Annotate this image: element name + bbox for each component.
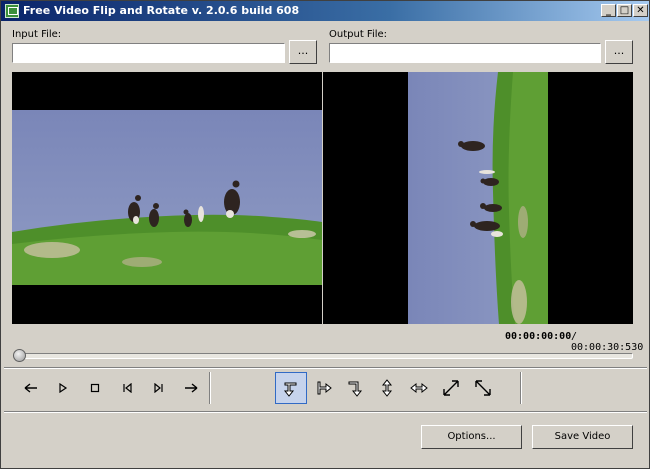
skip-start-icon [123,383,132,393]
flip-vertical-button[interactable] [371,372,403,404]
app-window: Free Video Flip and Rotate v. 2.0.6 buil… [0,0,650,469]
stop-icon [90,383,100,393]
window-title: Free Video Flip and Rotate v. 2.0.6 buil… [23,4,300,17]
diagonal-se-button[interactable] [467,372,499,404]
flip-vertical-icon [381,379,393,397]
skip-end-button[interactable] [143,372,175,404]
rotate-flip-down-icon [283,382,297,397]
step-forward-button[interactable] [175,372,207,404]
seek-thumb[interactable] [13,349,26,362]
diagonal-se-icon [475,380,491,396]
rotate-right-button[interactable] [307,372,339,404]
divider [4,411,647,413]
transport-toolbar [15,372,205,408]
stop-button[interactable] [79,372,111,404]
output-file-field[interactable] [329,43,601,63]
skip-start-button[interactable] [111,372,143,404]
input-file-field[interactable] [12,43,285,63]
flip-horizontal-button[interactable] [403,372,435,404]
skip-end-icon [154,383,163,393]
play-button[interactable] [47,372,79,404]
toolbar-separator [209,372,211,404]
input-video-frame [12,110,322,285]
diagonal-ne-icon [443,380,459,396]
rotate-flip-down-button[interactable] [275,372,307,404]
current-time: 00:00:00:00 [505,331,572,342]
save-video-button[interactable]: Save Video [532,425,633,449]
total-time: / 00:00:30:530 [571,331,644,353]
step-back-button[interactable] [15,372,47,404]
input-preview [12,72,322,324]
title-bar[interactable]: Free Video Flip and Rotate v. 2.0.6 buil… [1,1,649,21]
maximize-button[interactable]: □ [617,4,632,17]
step-forward-icon [185,383,198,393]
seek-bar[interactable] [16,353,633,359]
app-icon [5,4,19,18]
rotate-down-button[interactable] [339,372,371,404]
options-button[interactable]: Options... [421,425,522,449]
input-file-label: Input File: [12,29,62,40]
transform-toolbar [275,372,505,408]
output-video-frame [408,72,548,324]
play-icon [59,383,68,393]
output-browse-button[interactable]: ... [605,40,633,64]
output-file-label: Output File: [329,29,388,40]
toolbar-separator [520,372,522,404]
input-browse-button[interactable]: ... [289,40,317,64]
rotate-down-icon [348,381,363,397]
close-button[interactable]: ✕ [633,4,648,17]
diagonal-ne-button[interactable] [435,372,467,404]
rotate-right-icon [317,381,332,395]
step-back-icon [24,383,37,393]
minimize-button[interactable]: _ [601,4,616,17]
flip-horizontal-icon [410,382,428,394]
output-preview [323,72,633,324]
divider [4,367,647,369]
